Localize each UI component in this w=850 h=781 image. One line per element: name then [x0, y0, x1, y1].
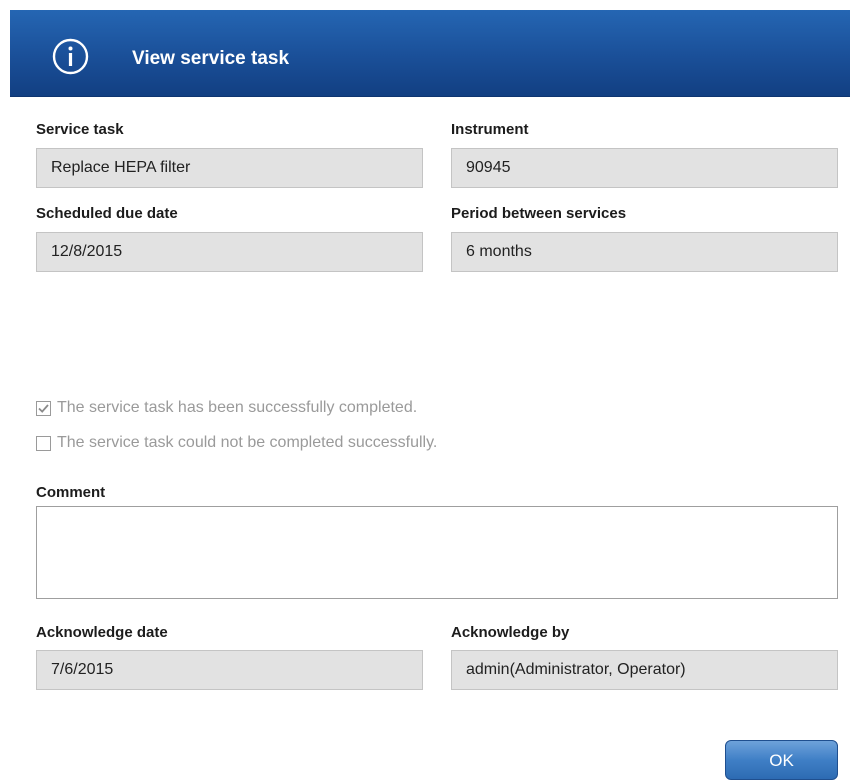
- period-between-services-label: Period between services: [451, 205, 627, 222]
- completed-option[interactable]: The service task has been successfully c…: [36, 398, 417, 418]
- dialog-title: View service task: [132, 48, 290, 69]
- scheduled-due-date-field: 12/8/2015: [36, 232, 423, 272]
- comment-label: Comment: [36, 484, 106, 501]
- comment-textarea[interactable]: [36, 506, 838, 599]
- info-icon: [52, 38, 89, 75]
- not-completed-checkbox[interactable]: [36, 435, 51, 451]
- dialog-header: View service task: [10, 10, 850, 97]
- not-completed-option[interactable]: The service task could not be completed …: [36, 433, 437, 453]
- instrument-field: 90945: [451, 148, 838, 188]
- instrument-label: Instrument: [451, 121, 529, 138]
- checkmark-icon: [38, 403, 49, 413]
- completed-option-label: The service task has been successfully c…: [57, 399, 418, 416]
- not-completed-option-label: The service task could not be completed …: [57, 434, 438, 451]
- scheduled-due-date-label: Scheduled due date: [36, 205, 178, 222]
- period-between-services-field: 6 months: [451, 232, 838, 272]
- acknowledge-date-label: Acknowledge date: [36, 624, 168, 641]
- acknowledge-by-label: Acknowledge by: [451, 624, 570, 641]
- acknowledge-date-field: 7/6/2015: [36, 650, 423, 690]
- ok-button[interactable]: OK: [725, 740, 838, 780]
- completed-checkbox[interactable]: [36, 400, 51, 416]
- acknowledge-by-field: admin(Administrator, Operator): [451, 650, 838, 690]
- service-task-field: Replace HEPA filter: [36, 148, 423, 188]
- service-task-label: Service task: [36, 121, 124, 138]
